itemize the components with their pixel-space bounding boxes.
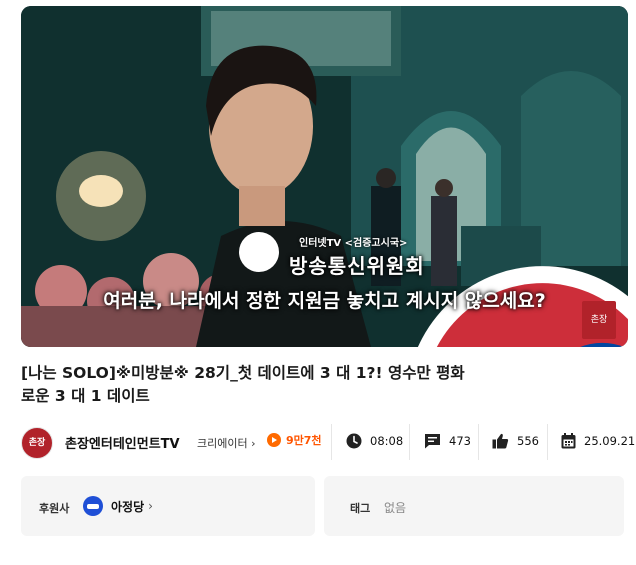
- comment-count: 473: [449, 434, 471, 448]
- video-title-line: [나는 SOLO]※미방분※ 28기_첫 데이트에 3 대 1?! 영수만 평화: [21, 364, 465, 382]
- sponsor-name: 아정당: [111, 499, 145, 514]
- calendar-icon: [561, 433, 576, 449]
- like-stat[interactable]: 556: [492, 433, 539, 449]
- video-meta-row: 촌장 촌장엔터테인먼트TV 크리에이터 › 9만7천 08:08 473 556…: [21, 424, 635, 460]
- video-title: [나는 SOLO]※미방분※ 28기_첫 데이트에 3 대 1?! 영수만 평화…: [21, 362, 511, 408]
- clock-icon: [346, 433, 362, 449]
- comment-icon: [425, 434, 440, 449]
- sponsor-label: 후원사: [39, 502, 70, 515]
- thumbs-up-icon: [492, 433, 509, 449]
- video-card: 인터넷TV <검증고시국> 방송통신위원회 여러분, 나라에서 정한 지원금 놓…: [0, 0, 636, 565]
- duration-stat: 08:08: [346, 433, 403, 449]
- tag-box: 태그 없음: [324, 476, 624, 536]
- divider: [409, 424, 410, 460]
- divider: [547, 424, 548, 460]
- tag-label: 태그: [350, 502, 371, 515]
- video-thumbnail[interactable]: 인터넷TV <검증고시국> 방송통신위원회 여러분, 나라에서 정한 지원금 놓…: [21, 6, 628, 347]
- kcc-logo-icon: [239, 232, 628, 347]
- like-count: 556: [517, 434, 539, 448]
- tag-value: 없음: [384, 501, 407, 515]
- comment-stat[interactable]: 473: [424, 433, 471, 449]
- channel-stamp-logo: 촌장: [582, 301, 616, 339]
- sponsor-logo-icon: [83, 496, 103, 516]
- upload-date: 25.09.21: [584, 434, 636, 448]
- overlay-caption: 인터넷TV <검증고시국>: [299, 238, 408, 249]
- sponsor-link[interactable]: 아정당 ›: [83, 496, 153, 516]
- play-icon: [267, 433, 281, 447]
- video-subtitle: 여러분, 나라에서 정한 지원금 놓치고 계시지 않으세요?: [103, 290, 546, 312]
- divider: [331, 424, 332, 460]
- creator-link[interactable]: 크리에이터 ›: [197, 435, 256, 451]
- overlay-org-name: 방송통신위원회: [289, 254, 425, 278]
- sponsor-box: 후원사 아정당 ›: [21, 476, 315, 536]
- channel-avatar[interactable]: 촌장: [21, 427, 53, 459]
- duration-value: 08:08: [370, 434, 404, 448]
- view-count: 9만7천: [267, 432, 322, 448]
- channel-name-link[interactable]: 촌장엔터테인먼트TV: [65, 433, 180, 452]
- divider: [478, 424, 479, 460]
- date-stat: 25.09.21: [561, 433, 635, 449]
- video-title-line: 로운 3 대 1 데이트: [21, 387, 150, 405]
- view-count-value: 9만7천: [286, 434, 322, 447]
- chevron-right-icon: ›: [148, 499, 153, 513]
